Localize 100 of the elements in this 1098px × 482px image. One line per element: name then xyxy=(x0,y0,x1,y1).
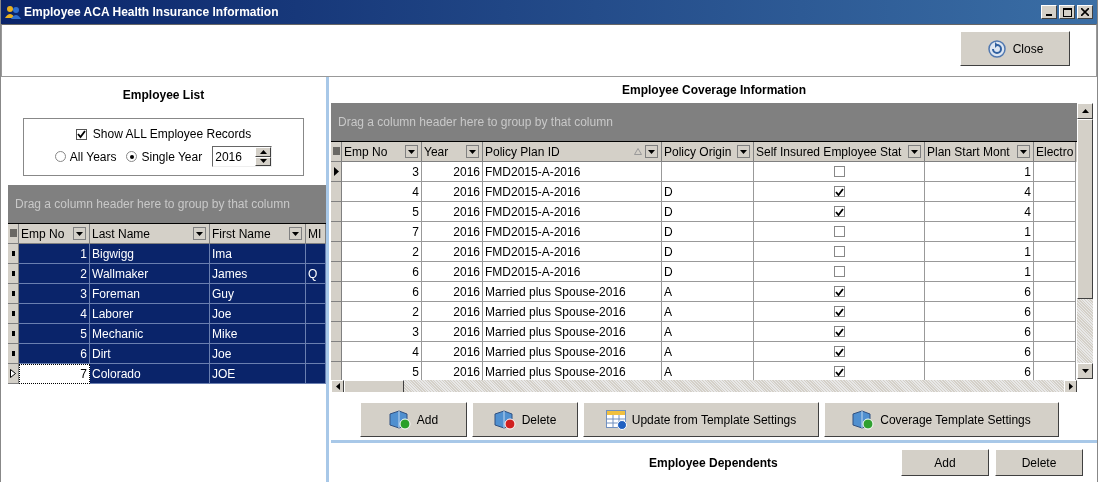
row-selector[interactable] xyxy=(331,162,342,182)
dropdown-icon[interactable] xyxy=(289,227,302,240)
dropdown-icon[interactable] xyxy=(737,145,750,158)
dropdown-icon[interactable] xyxy=(73,227,86,240)
table-cell xyxy=(306,364,326,384)
table-cell: 7 xyxy=(342,222,422,242)
dropdown-icon[interactable] xyxy=(466,145,479,158)
up-arrow-icon[interactable] xyxy=(1081,109,1089,113)
row-selector-header[interactable] xyxy=(8,224,19,244)
table-cell: 4 xyxy=(342,182,422,202)
checkbox[interactable] xyxy=(833,326,845,337)
horizontal-scrollbar[interactable] xyxy=(331,380,1077,392)
dropdown-icon[interactable] xyxy=(193,227,206,240)
bullet-icon xyxy=(11,271,15,276)
table-cell: Married plus Spouse-2016 xyxy=(483,282,662,302)
table-row[interactable]: 6 Dirt Joe xyxy=(8,344,326,364)
table-cell: D xyxy=(662,262,754,282)
dropdown-icon[interactable] xyxy=(1017,145,1030,158)
column-header[interactable]: Policy Origin xyxy=(662,142,754,162)
button[interactable]: Delete xyxy=(472,402,578,437)
maximize-icon xyxy=(1062,7,1072,17)
table-cell xyxy=(1034,222,1076,242)
row-selector[interactable] xyxy=(8,244,19,264)
table-cell: 6 xyxy=(925,302,1034,322)
checkbox[interactable] xyxy=(75,128,87,140)
row-selector[interactable] xyxy=(8,284,19,304)
radio-button[interactable] xyxy=(126,151,138,162)
table-row[interactable]: 4 Laborer Joe xyxy=(8,304,326,324)
column-header[interactable]: Policy Plan ID xyxy=(483,142,662,162)
row-selector[interactable] xyxy=(8,324,19,344)
table-cell: 1 xyxy=(925,222,1034,242)
table-cell: 6 xyxy=(342,262,422,282)
checkbox[interactable] xyxy=(833,166,845,177)
table-cell xyxy=(1034,202,1076,222)
book-check-icon xyxy=(852,409,877,430)
right-arrow-icon[interactable] xyxy=(1068,383,1073,390)
scroll-thumb[interactable] xyxy=(1077,119,1093,299)
left-arrow-icon[interactable] xyxy=(335,383,340,390)
maximize-button[interactable] xyxy=(1059,5,1075,19)
group-hint: Drag a column header here to group by that column xyxy=(15,197,290,211)
column-header[interactable]: Plan Start Mont xyxy=(925,142,1034,162)
table-cell: JOE xyxy=(210,364,306,384)
scroll-thumb[interactable] xyxy=(344,380,404,392)
table-cell xyxy=(1034,242,1076,262)
table-cell: Married plus Spouse-2016 xyxy=(483,322,662,342)
down-arrow-icon[interactable] xyxy=(1081,369,1089,373)
table-cell: D xyxy=(662,222,754,242)
table-row[interactable]: 1 Bigwigg Ima xyxy=(8,244,326,264)
table-cell xyxy=(1034,282,1076,302)
list-icon xyxy=(332,147,340,156)
checkbox[interactable] xyxy=(833,186,845,197)
button[interactable]: Coverage Template Settings xyxy=(824,402,1059,437)
dropdown-icon[interactable] xyxy=(405,145,418,158)
checkbox[interactable] xyxy=(833,226,845,237)
table-cell xyxy=(1034,342,1076,362)
table-row[interactable]: 3 Foreman Guy xyxy=(8,284,326,304)
column-header[interactable]: Emp No xyxy=(342,142,422,162)
button[interactable]: Add xyxy=(901,449,989,476)
button[interactable]: Update from Template Settings xyxy=(583,402,819,437)
table-cell: 5 xyxy=(342,202,422,222)
vertical-scrollbar[interactable] xyxy=(1077,103,1093,379)
button[interactable]: Delete xyxy=(995,449,1083,476)
table-cell: 3 xyxy=(342,162,422,182)
row-selector-header[interactable] xyxy=(331,142,342,162)
table-row[interactable]: 7 Colorado JOE xyxy=(8,364,326,384)
checkbox[interactable] xyxy=(833,246,845,257)
table-icon xyxy=(605,409,628,430)
table-cell: 7 xyxy=(19,364,90,384)
table-cell: FMD2015-A-2016 xyxy=(483,162,662,182)
table-cell xyxy=(1034,302,1076,322)
year-spinner[interactable]: 2016 xyxy=(212,146,273,167)
table-cell: 2016 xyxy=(422,202,483,222)
checkbox[interactable] xyxy=(833,366,845,377)
table-row[interactable]: 2 Wallmaker James Q xyxy=(8,264,326,284)
minimize-button[interactable] xyxy=(1041,5,1057,19)
checkbox[interactable] xyxy=(833,266,845,277)
column-header[interactable]: Self Insured Employee Stat xyxy=(754,142,925,162)
row-selector[interactable] xyxy=(8,344,19,364)
checkbox[interactable] xyxy=(833,346,845,357)
table-cell: 2016 xyxy=(422,282,483,302)
radio-button[interactable] xyxy=(54,151,66,162)
bullet-icon xyxy=(11,351,15,356)
list-icon xyxy=(9,229,17,238)
dropdown-icon[interactable] xyxy=(908,145,921,158)
close-button[interactable] xyxy=(1077,5,1093,19)
bullet-icon xyxy=(11,291,15,296)
table-cell: A xyxy=(662,322,754,342)
button[interactable]: Add xyxy=(360,402,467,437)
close-button[interactable]: Close xyxy=(960,31,1070,66)
checkbox[interactable] xyxy=(833,286,845,297)
column-header[interactable]: Year xyxy=(422,142,483,162)
table-cell xyxy=(1034,322,1076,342)
row-selector[interactable] xyxy=(8,364,19,384)
row-selector[interactable] xyxy=(8,264,19,284)
row-selector[interactable] xyxy=(8,304,19,324)
column-header[interactable]: Electro xyxy=(1034,142,1076,162)
dropdown-icon[interactable] xyxy=(645,145,658,158)
table-row[interactable]: 5 Mechanic Mike xyxy=(8,324,326,344)
checkbox[interactable] xyxy=(833,306,845,317)
checkbox[interactable] xyxy=(833,206,845,217)
